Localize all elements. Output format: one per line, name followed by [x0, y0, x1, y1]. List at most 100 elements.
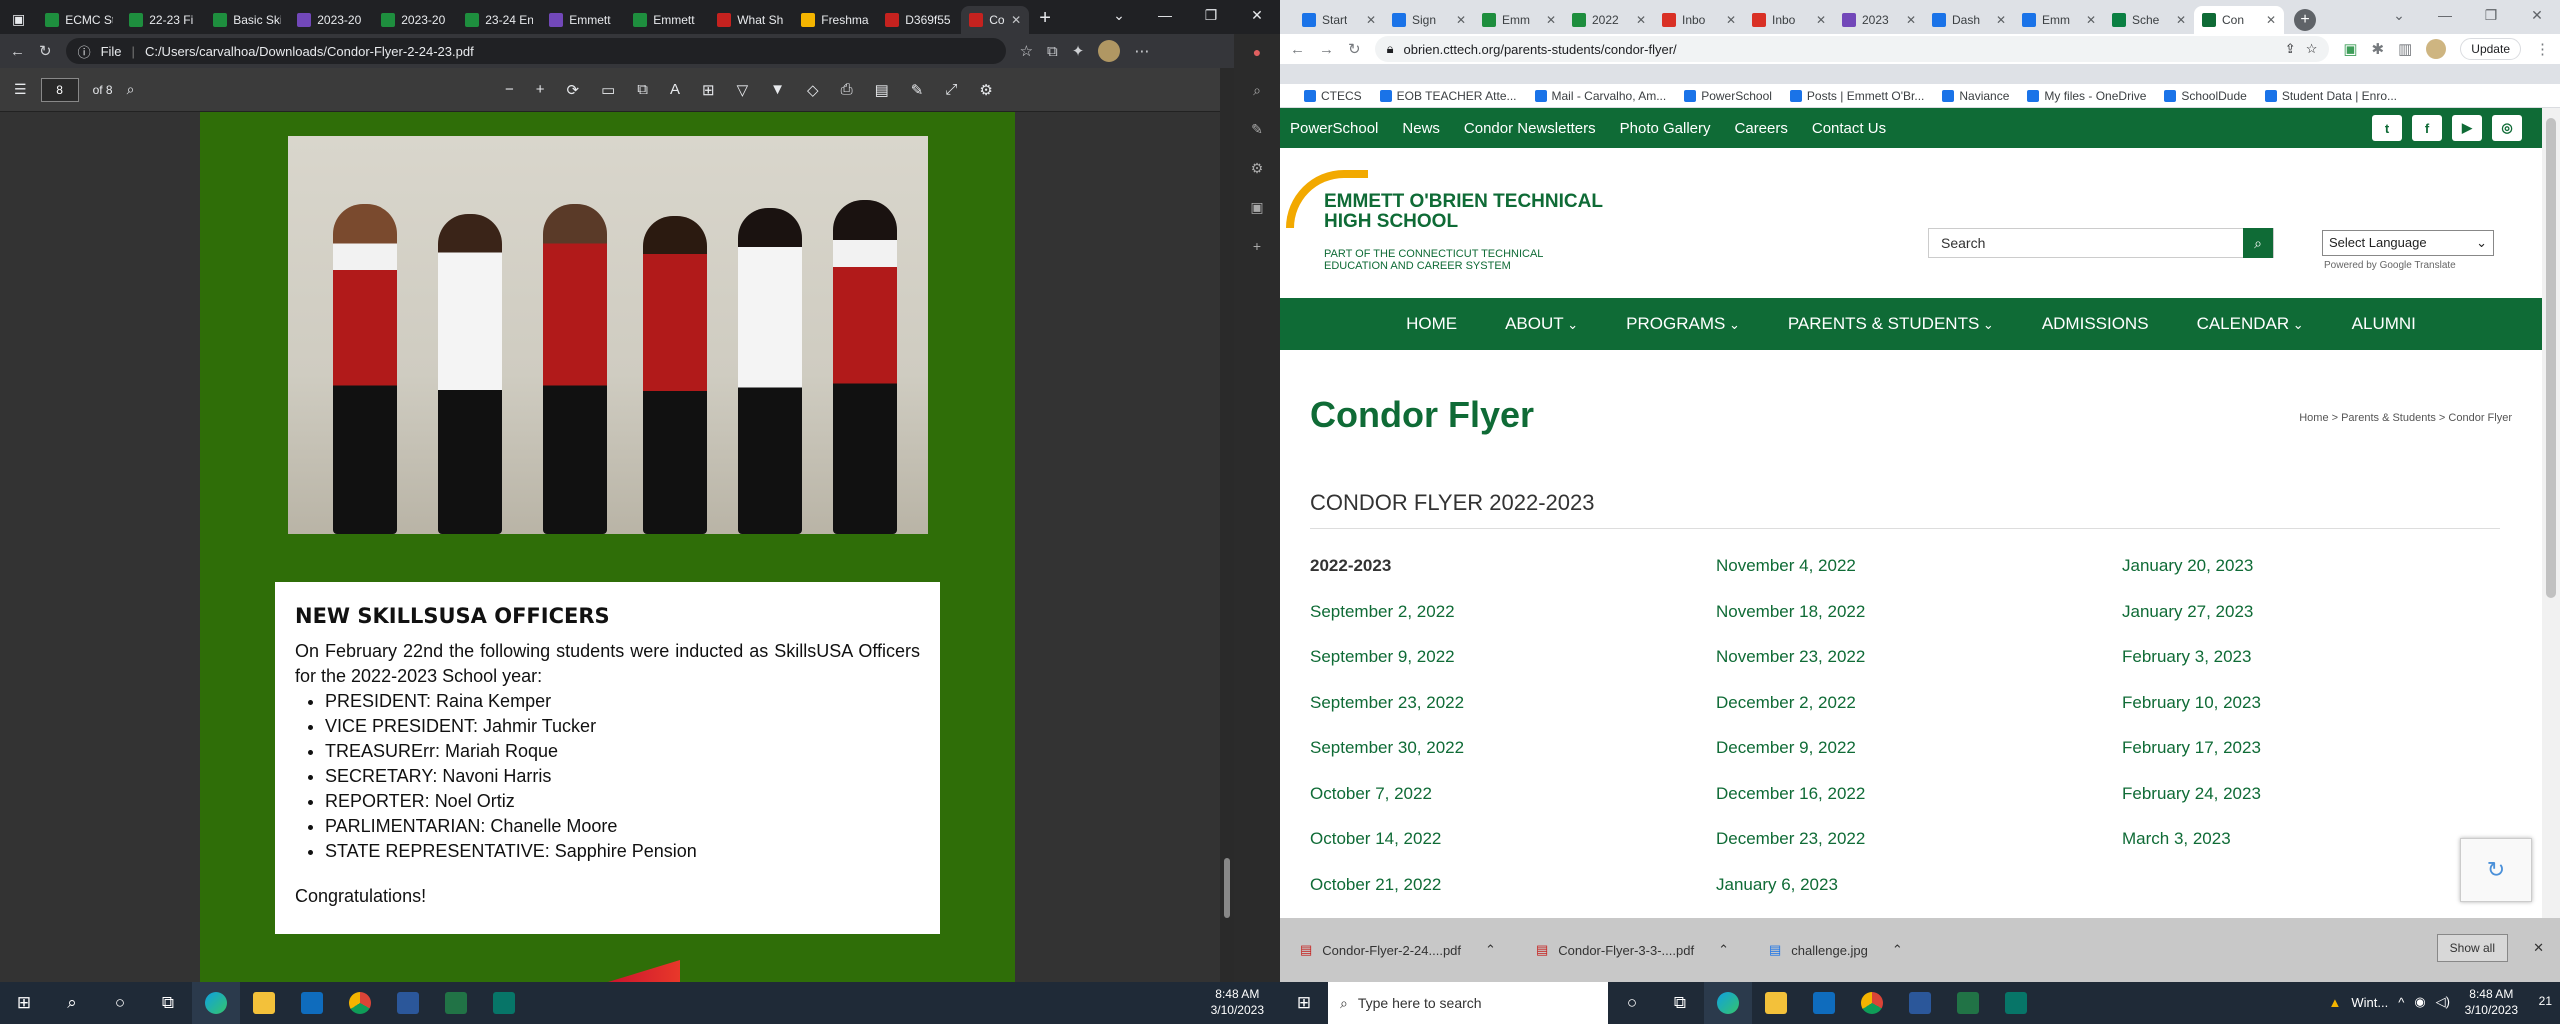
browser-tab[interactable]: Emmett: [541, 6, 625, 34]
main-nav-item[interactable]: PARENTS & STUDENTS ⌄: [1764, 314, 2018, 334]
restore-button[interactable]: ❐: [2468, 0, 2514, 30]
file-explorer-icon[interactable]: [1752, 982, 1800, 1024]
pdf-scrollbar[interactable]: [1220, 68, 1234, 982]
flyer-link[interactable]: December 2, 2022: [1716, 693, 2122, 739]
flyer-link[interactable]: September 2, 2022: [1310, 602, 1716, 648]
forward-icon[interactable]: →: [1319, 41, 1334, 58]
close-tab-icon[interactable]: ✕: [1011, 13, 1021, 27]
flyer-link[interactable]: March 3, 2023: [2122, 829, 2510, 875]
search-icon[interactable]: ⌕: [2243, 228, 2273, 258]
flyer-link[interactable]: February 17, 2023: [2122, 738, 2510, 784]
edge-taskbar-icon[interactable]: [192, 982, 240, 1024]
close-downloads-icon[interactable]: ✕: [2533, 940, 2544, 956]
new-tab-button[interactable]: +: [1029, 7, 1061, 34]
start-button[interactable]: ⊞: [0, 982, 48, 1024]
fit-page-icon[interactable]: ▭: [601, 81, 615, 99]
favorites-icon[interactable]: ✦: [1072, 42, 1085, 60]
main-nav-item[interactable]: ABOUT ⌄: [1481, 314, 1602, 334]
download-item[interactable]: ▤ challenge.jpg ⌃: [1769, 942, 1903, 958]
page-view-icon[interactable]: ⧉: [637, 81, 648, 98]
taskbar-search[interactable]: ⌕ Type here to search: [1328, 982, 1608, 1024]
browser-tab[interactable]: D369f55: [877, 6, 961, 34]
excel-taskbar-icon[interactable]: [432, 982, 480, 1024]
update-button[interactable]: Update: [2460, 38, 2521, 60]
task-view-icon[interactable]: ⧉: [1656, 982, 1704, 1024]
browser-tab[interactable]: What Sh: [709, 6, 793, 34]
show-all-button[interactable]: Show all: [2436, 934, 2508, 962]
bookmark-item[interactable]: SchoolDude: [2164, 89, 2247, 103]
flyer-link[interactable]: February 24, 2023: [2122, 784, 2510, 830]
close-tab-icon[interactable]: ✕: [1726, 13, 1736, 27]
scroll-thumb[interactable]: [1224, 858, 1230, 918]
cortana-icon[interactable]: ○: [1608, 982, 1656, 1024]
extension-icon[interactable]: ▣: [2343, 40, 2357, 58]
browser-tab[interactable]: 2023 ✕: [1834, 6, 1924, 34]
utility-nav-link[interactable]: Condor Newsletters: [1464, 120, 1596, 137]
bookmark-item[interactable]: Naviance: [1942, 89, 2009, 103]
main-nav-item[interactable]: HOME: [1382, 314, 1481, 334]
clock[interactable]: 8:48 AM 3/10/2023: [2465, 986, 2518, 1018]
new-tab-button[interactable]: +: [2294, 9, 2316, 31]
share-icon[interactable]: ⇪: [2285, 41, 2296, 57]
read-aloud-icon[interactable]: A: [670, 81, 680, 98]
outlook-taskbar-icon[interactable]: [1800, 982, 1848, 1024]
close-tab-icon[interactable]: ✕: [1456, 13, 1466, 27]
start-button[interactable]: ⊞: [1280, 982, 1328, 1024]
flyer-link[interactable]: September 9, 2022: [1310, 647, 1716, 693]
eraser-icon[interactable]: ◇: [807, 81, 819, 99]
star-icon[interactable]: ☆: [1020, 42, 1033, 60]
flyer-link[interactable]: September 23, 2022: [1310, 693, 1716, 739]
close-tab-icon[interactable]: ✕: [2086, 13, 2096, 27]
highlight-icon[interactable]: ▼: [770, 81, 785, 98]
main-nav-item[interactable]: PROGRAMS ⌄: [1602, 314, 1764, 334]
flyer-link[interactable]: November 18, 2022: [1716, 602, 2122, 648]
flyer-link[interactable]: November 4, 2022: [1716, 556, 2122, 602]
flyer-link[interactable]: January 27, 2023: [2122, 602, 2510, 648]
info-icon[interactable]: ⓘ: [78, 42, 91, 61]
tab-search-icon[interactable]: ▣: [6, 11, 37, 34]
close-tab-icon[interactable]: ✕: [2266, 13, 2276, 27]
back-icon[interactable]: ←: [1290, 41, 1305, 58]
youtube-icon[interactable]: ▶: [2452, 115, 2482, 141]
flyer-link[interactable]: November 23, 2022: [1716, 647, 2122, 693]
lock-icon[interactable]: 🔒︎: [1387, 41, 1394, 57]
task-view-icon[interactable]: ⧉: [144, 982, 192, 1024]
fullscreen-icon[interactable]: ⤢: [945, 81, 957, 98]
browser-tab[interactable]: Emm ✕: [2014, 6, 2104, 34]
browser-tab[interactable]: 2022 ✕: [1564, 6, 1654, 34]
flyer-link[interactable]: February 10, 2023: [2122, 693, 2510, 739]
network-icon[interactable]: ◉: [2414, 994, 2425, 1010]
minimize-button[interactable]: —: [1142, 0, 1188, 30]
flyer-link[interactable]: December 23, 2022: [1716, 829, 2122, 875]
profile-avatar[interactable]: [2426, 39, 2447, 59]
warning-icon[interactable]: ▲: [2329, 995, 2342, 1010]
bookmark-item[interactable]: EOB TEACHER Atte...: [1379, 89, 1517, 103]
profile-avatar[interactable]: [1098, 40, 1121, 62]
back-icon[interactable]: ←: [10, 43, 25, 60]
excel-taskbar-icon[interactable]: [1944, 982, 1992, 1024]
volume-icon[interactable]: ◁): [2436, 994, 2450, 1010]
omnibox[interactable]: 🔒︎ obrien.cttech.org/parents-students/co…: [1374, 36, 2330, 62]
close-tab-icon[interactable]: ✕: [1906, 13, 1916, 27]
minimize-button[interactable]: —: [2422, 0, 2468, 30]
bookmark-item[interactable]: Student Data | Enro...: [2264, 89, 2397, 103]
download-item[interactable]: ▤ Condor-Flyer-2-24....pdf ⌃: [1300, 942, 1496, 958]
settings-icon[interactable]: ⚙: [979, 81, 992, 99]
browser-tab[interactable]: Sche ✕: [2104, 6, 2194, 34]
close-tab-icon[interactable]: ✕: [1546, 13, 1556, 27]
utility-nav-link[interactable]: Careers: [1735, 120, 1788, 137]
chrome-taskbar-icon[interactable]: [336, 982, 384, 1024]
download-item[interactable]: ▤ Condor-Flyer-3-3-....pdf ⌃: [1536, 942, 1729, 958]
browser-tab[interactable]: Emmett: [625, 6, 709, 34]
tools-icon[interactable]: ⚙: [1251, 160, 1264, 177]
browser-tab[interactable]: ECMC St: [37, 6, 121, 34]
utility-nav-link[interactable]: Contact Us: [1812, 120, 1886, 137]
file-explorer-icon[interactable]: [240, 982, 288, 1024]
browser-tab[interactable]: 22-23 Fi: [121, 6, 205, 34]
close-tab-icon[interactable]: ✕: [1816, 13, 1826, 27]
omnibox[interactable]: ⓘ File | C:/Users/carvalhoa/Downloads/Co…: [65, 38, 1006, 64]
close-tab-icon[interactable]: ✕: [1366, 13, 1376, 27]
collapse-icon[interactable]: ⌄: [1096, 0, 1142, 30]
main-nav-item[interactable]: ADMISSIONS: [2018, 314, 2173, 334]
rotate-icon[interactable]: ⟳: [567, 81, 580, 99]
